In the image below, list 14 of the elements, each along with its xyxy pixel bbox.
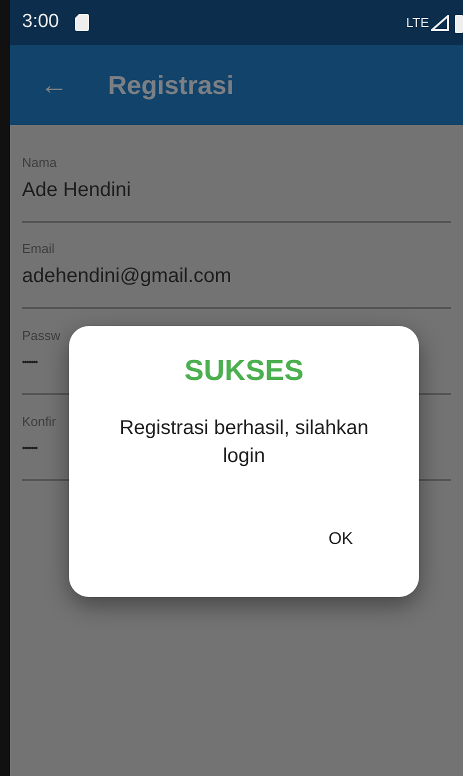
- ok-button[interactable]: OK: [322, 522, 359, 555]
- dialog-title: SUKSES: [184, 354, 304, 389]
- status-time: 3:00: [22, 10, 59, 34]
- network-type: LTE: [406, 14, 429, 32]
- battery-icon: [453, 12, 463, 32]
- field-value: •••••••: [22, 356, 38, 369]
- app-bar-title: Registrasi: [108, 68, 234, 102]
- signal-icon: [431, 14, 449, 30]
- sd-card-icon: [74, 14, 89, 31]
- field-value: Ade Hendini: [22, 178, 131, 203]
- field-value: •••••••: [22, 442, 38, 455]
- back-button[interactable]: ←: [36, 64, 72, 106]
- field-value: adehendini@gmail.com: [22, 264, 232, 289]
- dialog-message: Registrasi berhasil, silahkan login: [118, 416, 370, 468]
